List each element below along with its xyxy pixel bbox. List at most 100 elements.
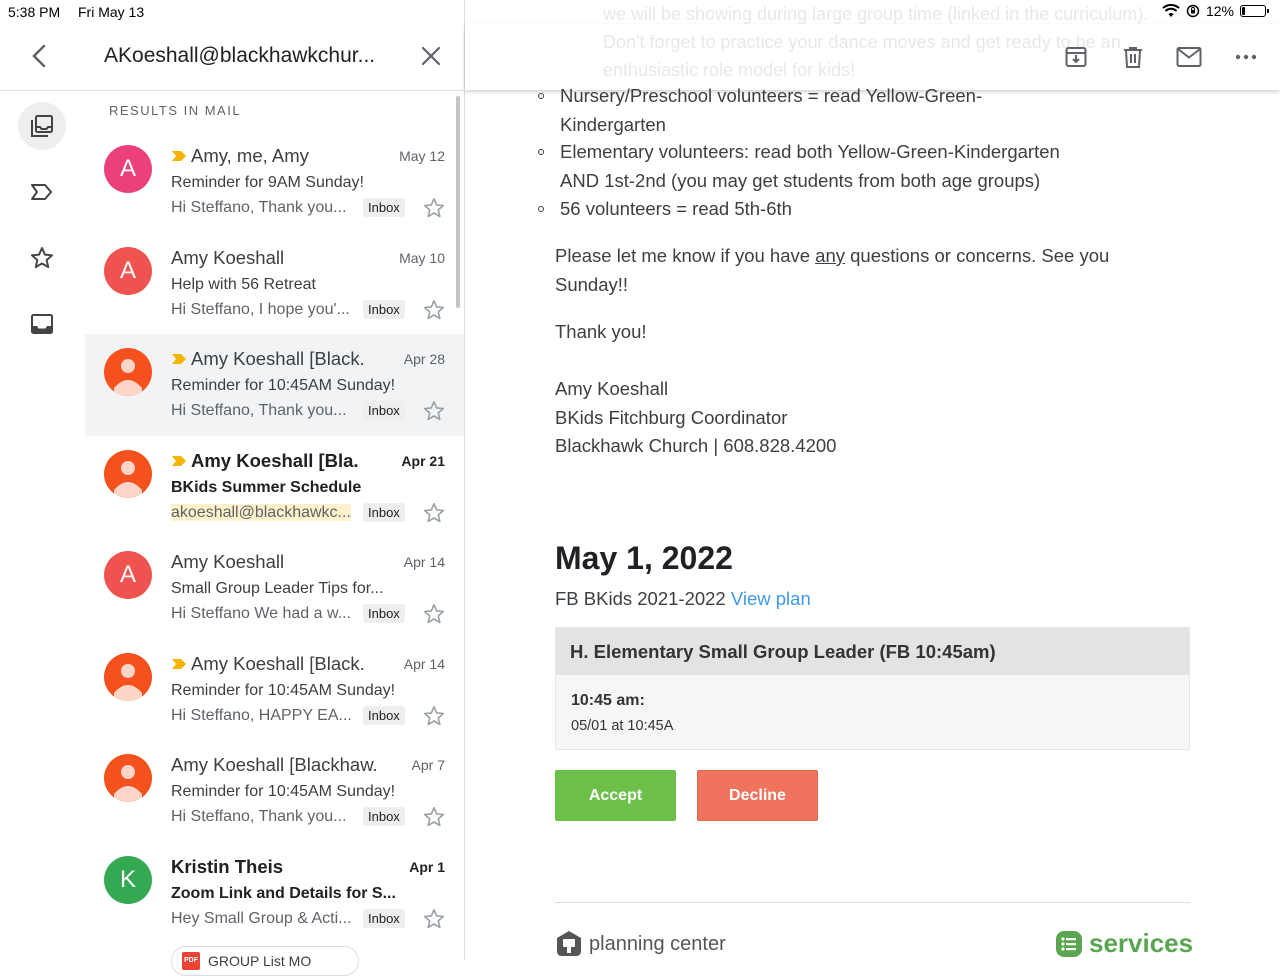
mail-subject: BKids Summer Schedule (171, 478, 362, 496)
important-marker-icon (172, 151, 186, 161)
star-icon (30, 247, 54, 269)
battery-percent: 12% (1205, 3, 1234, 19)
accept-button[interactable]: Accept (555, 770, 676, 821)
mark-unread-button[interactable] (1174, 42, 1204, 72)
view-plan-link[interactable]: View plan (731, 588, 811, 609)
mail-row[interactable]: K Kristin Theis Apr 1 Zoom Link and Details… (85, 842, 464, 976)
status-right: 12% (1162, 3, 1269, 19)
mail-icon (1176, 47, 1202, 67)
star-button[interactable] (422, 704, 446, 728)
mail-row[interactable]: Amy Koeshall [Blackhaw. Apr 7 Reminder for… (85, 740, 464, 842)
status-time: 5:38 PM (8, 4, 61, 20)
snippet-text: Hi Steffano, I hope you'... (171, 300, 350, 318)
planning-center-logo[interactable]: planning center (555, 930, 726, 958)
mail-row[interactable]: A Amy Koeshall May 10 Help with 56 Retreat H… (85, 233, 464, 335)
sender-text: Amy Koeshall [Bla. (191, 449, 359, 471)
inbox-label-chip: Inbox (363, 502, 405, 522)
orientation-lock-icon (1186, 4, 1200, 18)
starred-button[interactable] (18, 234, 66, 282)
message-toolbar (465, 24, 1280, 90)
service-name: FB BKids 2021-2022 (555, 588, 726, 609)
mail-row[interactable]: Amy Koeshall [Black. Apr 28 Reminder for 1… (85, 334, 464, 436)
sender-avatar (104, 348, 152, 396)
bullet-item: Nursery/Preschool volunteers = read Yell… (538, 82, 983, 139)
snippet-text: Hi Steffano, Thank you... (171, 402, 347, 419)
clear-search-button[interactable] (418, 43, 444, 69)
all-mail-button[interactable] (18, 102, 66, 150)
message-pane: we will be showing during large group ti… (465, 0, 1280, 960)
back-arrow-icon (32, 44, 46, 68)
labels-button[interactable] (18, 168, 66, 216)
star-button[interactable] (422, 907, 446, 931)
search-query[interactable]: AKoeshall@blackhawkchur... (104, 44, 375, 68)
star-outline-icon (423, 604, 445, 624)
back-button[interactable] (26, 42, 54, 70)
signature: Amy Koeshall BKids Fitchburg Coordinator… (555, 375, 836, 461)
person-icon (114, 460, 142, 498)
results-label: RESULTS IN MAIL (109, 103, 242, 118)
star-button[interactable] (422, 196, 446, 220)
avatar-initial: A (119, 256, 136, 284)
inbox-label-chip: Inbox (363, 908, 405, 928)
sender-name: Amy Koeshall (171, 551, 284, 573)
sender-name: Amy Koeshall [Black. (171, 348, 365, 370)
signature-org: Blackhawk Church | 608.828.4200 (555, 435, 837, 456)
sender-text: Amy Koeshall [Black. (191, 652, 365, 674)
avatar-initial: A (119, 561, 136, 588)
divider (555, 902, 1190, 903)
star-button[interactable] (422, 805, 446, 829)
star-button[interactable] (422, 602, 446, 626)
star-button[interactable] (422, 399, 446, 423)
signature-name: Amy Koeshall (555, 378, 669, 399)
sender-name: Amy Koeshall (171, 247, 284, 269)
mail-subject: Zoom Link and Details for S... (171, 884, 396, 902)
mail-snippet: Hi Steffano, Thank you... (171, 808, 347, 826)
person-icon (114, 765, 142, 802)
archive-button[interactable] (1061, 42, 1091, 72)
battery-icon (1240, 5, 1269, 17)
mail-subject: Reminder for 10:45AM Sunday! (171, 783, 396, 800)
mail-row[interactable]: A Amy Koeshall Apr 14 Small Group Leader Ti… (85, 537, 464, 639)
bullet-line: Nursery/Preschool volunteers = read Yell… (560, 85, 983, 106)
sender-name: Amy Koeshall [Blackhaw. (171, 754, 378, 776)
sender-avatar (104, 449, 152, 498)
avatar-initial: K (119, 865, 136, 893)
mail-snippet: Hi Steffano, I hope you'... (171, 301, 350, 319)
mail-row[interactable]: Amy Koeshall [Bla. Apr 21 BKids Summer Sch… (85, 436, 464, 538)
sender-name: Amy Koeshall [Black. (171, 653, 365, 675)
mail-date: Apr 1 (409, 858, 445, 875)
planning-center-text: planning center (589, 932, 726, 955)
star-outline-icon (423, 705, 445, 725)
star-button[interactable] (422, 501, 446, 525)
inbox-label-chip: Inbox (363, 198, 405, 217)
all-mail-icon (31, 115, 53, 137)
sender-avatar (104, 754, 152, 802)
delete-button[interactable] (1118, 42, 1148, 72)
bullet-marker (538, 206, 544, 212)
search-results-pane: AKoeshall@blackhawkchur... RESULTS IN MA… (0, 0, 465, 976)
mail-subject: Reminder for 9AM Sunday! (171, 174, 364, 191)
para-text: Sunday!! (555, 273, 629, 295)
mail-list: A Amy, me, Amy May 12 Reminder for 9AM Sund… (85, 131, 464, 976)
role-title: H. Elementary Small Group Leader (FB 10:… (556, 628, 1189, 675)
inbox-label-chip: Inbox (363, 401, 405, 420)
inbox-button[interactable] (18, 300, 66, 348)
sender-avatar: A (104, 246, 152, 295)
bullet-line: Kindergarten (560, 113, 666, 135)
snippet-text: Hi Steffano, HAPPY EA... (171, 706, 352, 724)
sender-avatar: A (104, 551, 152, 599)
mail-row[interactable]: A Amy, me, Amy May 12 Reminder for 9AM Sund… (85, 131, 464, 233)
sender-text: Amy Koeshall [Black. (191, 348, 365, 369)
decline-button[interactable]: Decline (697, 770, 818, 821)
services-logo[interactable]: services (1055, 928, 1193, 959)
signature-title: BKids Fitchburg Coordinator (555, 406, 788, 428)
more-options-button[interactable] (1231, 42, 1261, 72)
mail-snippet: Hey Small Group & Acti... (171, 910, 352, 928)
mail-date: Apr 21 (401, 452, 445, 469)
time-label: 10:45 am: (571, 692, 645, 709)
star-button[interactable] (422, 298, 446, 322)
person-icon (114, 359, 142, 396)
attachment-chip[interactable]: PDF GROUP List MO (171, 945, 359, 976)
attachment-name: GROUP List MO (208, 952, 312, 969)
mail-row[interactable]: Amy Koeshall [Black. Apr 14 Reminder for 1… (85, 639, 464, 741)
